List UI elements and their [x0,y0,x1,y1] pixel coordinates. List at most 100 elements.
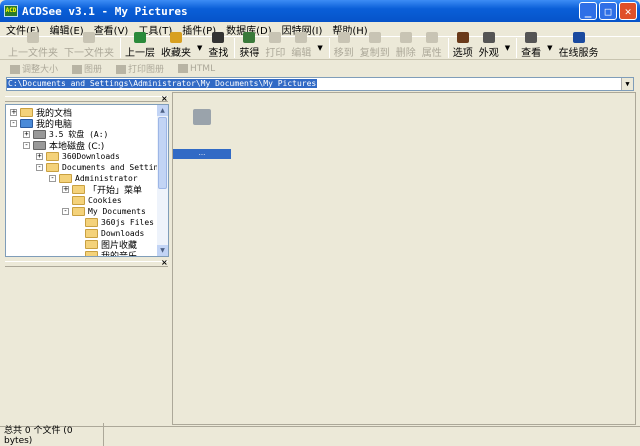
scroll-up-icon[interactable]: ▲ [157,105,168,116]
album-button[interactable]: 图册 [72,62,102,75]
folder-pane-header[interactable] [5,96,168,102]
toolbar-button[interactable]: 下一文件夹 [64,32,114,59]
toolbar-button[interactable]: 上一文件夹 [8,32,58,59]
tree-item[interactable]: +3.5 软盘 (A:) [23,129,108,140]
tree-item[interactable]: 360js Files [75,217,154,228]
folder-icon [33,141,46,150]
collapse-icon[interactable]: - [49,175,56,182]
acdsee-app-icon[interactable]: ACD [4,5,18,17]
folder-icon [46,152,59,161]
dropdown-arrow-icon[interactable]: ▼ [317,44,322,52]
toolbar-icon [572,32,585,43]
tree-item-label: 3.5 软盘 (A:) [49,130,109,139]
toolbar-label: 上一文件夹 [8,48,58,59]
toolbar-icon [170,32,182,43]
dropdown-arrow-icon[interactable]: ▼ [505,44,510,52]
toolbar-separator [516,38,518,58]
expand-icon[interactable]: + [10,109,17,116]
folder-icon [72,207,85,216]
scroll-down-icon[interactable]: ▼ [157,245,168,256]
minimize-button[interactable]: _ [579,2,597,20]
toolbar-button[interactable]: 复制到 [360,32,390,59]
dropdown-arrow-icon[interactable]: ▼ [197,44,202,52]
close-icon[interactable]: × [161,94,168,103]
chevron-down-icon[interactable]: ▼ [621,78,633,90]
tree-item[interactable]: - Documents and Settings [36,162,168,173]
toolbar-button[interactable]: 获得 [239,32,259,59]
dropdown-arrow-icon[interactable]: ▼ [547,44,552,52]
toolbar-icon [482,32,495,43]
tree-item[interactable]: + 我的文档 [10,107,73,119]
toolbar-label: 编辑 [291,48,312,59]
tree-item[interactable]: + 「开始」菜单 [62,184,142,196]
tree-item[interactable]: +360Downloads [36,151,120,162]
address-bar[interactable]: C:\Documents and Settings\Administrator\… [6,77,634,91]
tree-item[interactable]: - My Documents [62,206,146,217]
toolbar-label: 获得 [239,48,260,59]
toolbar-button[interactable]: 删除 [396,32,416,59]
toolbar-button[interactable]: 在线服务 [559,32,599,59]
toolbar-button[interactable]: 上一层 [125,32,155,59]
toolbar-button[interactable]: 选项 [453,32,473,59]
folder-icon [85,218,98,227]
folder-icon [85,251,98,256]
tree-item[interactable]: - 本地磁盘 (C:) [23,140,104,152]
resize-button[interactable]: 调整大小 [10,62,58,75]
toolbar-label: 复制到 [359,48,390,59]
toolbar-label: 下一文件夹 [64,48,114,59]
toolbar-label: 外观 [478,48,499,59]
toolbar-icon [27,32,39,43]
toolbar-button[interactable]: 查看 [521,32,541,59]
html-button[interactable]: HTML [178,63,215,74]
selected-item[interactable]: ... [173,149,231,159]
toolbar-button[interactable]: 查找 [208,32,228,59]
collapse-icon[interactable]: - [23,142,30,149]
toolbar-label: 查找 [208,48,229,59]
print-album-button[interactable]: 打印图册 [116,62,164,75]
tree-line [75,230,82,237]
collapse-icon[interactable]: - [10,120,17,127]
maximize-button[interactable]: □ [599,2,617,20]
toolbar-button[interactable]: 打印 [265,32,285,59]
expand-icon[interactable]: + [23,131,30,138]
toolbar-button[interactable]: 外观 [479,32,499,59]
tree-item-label: Cookies [88,196,122,205]
close-icon[interactable]: × [161,258,168,267]
toolbar-button[interactable]: 编辑 [291,32,311,59]
toolbar-icon [134,32,146,43]
file-list[interactable]: ... [172,92,636,425]
toolbar-label: 上一层 [125,48,155,59]
tree-item[interactable]: - 我的电脑 [10,118,72,130]
collapse-icon[interactable]: - [36,164,43,171]
tree-item-label: 我的文档 [36,109,73,119]
tree-item-label: 图片收藏 [101,241,138,251]
toolbar-icon [83,32,95,43]
expand-icon[interactable]: + [62,186,69,193]
toolbar-icon [425,32,438,43]
tree-item[interactable]: 我的音乐 [75,250,137,256]
status-text: 总共 0 个文件 (0 bytes) [4,422,104,446]
toolbar-button[interactable]: 收藏夹 [161,32,191,59]
address-input[interactable]: C:\Documents and Settings\Administrator\… [7,79,318,88]
collapse-icon[interactable]: - [62,208,69,215]
preview-pane [5,268,169,425]
tree-item[interactable]: Cookies [62,195,122,206]
tree-item[interactable]: - Administrator [49,173,138,184]
folder-icon[interactable] [193,109,211,125]
toolbar-icon [368,32,381,43]
toolbar-button[interactable]: 移到 [334,32,354,59]
toolbar-separator [447,38,449,58]
folder-icon [85,229,98,238]
expand-icon[interactable]: + [36,153,43,160]
tree-item[interactable]: 图片收藏 [75,239,138,251]
tree-item[interactable]: Downloads [75,228,144,239]
toolbar-icon [456,32,469,43]
toolbar-button[interactable]: 属性 [422,32,442,59]
scroll-thumb[interactable] [158,117,167,189]
secondary-toolbar: 调整大小 图册 打印图册 HTML [0,61,640,76]
toolbar-separator [234,38,236,58]
tree-scrollbar[interactable]: ▲ ▼ [157,105,168,256]
preview-pane-header[interactable] [5,261,168,267]
status-bar: 总共 0 个文件 (0 bytes) [0,422,640,446]
close-button[interactable]: ✕ [619,2,637,20]
